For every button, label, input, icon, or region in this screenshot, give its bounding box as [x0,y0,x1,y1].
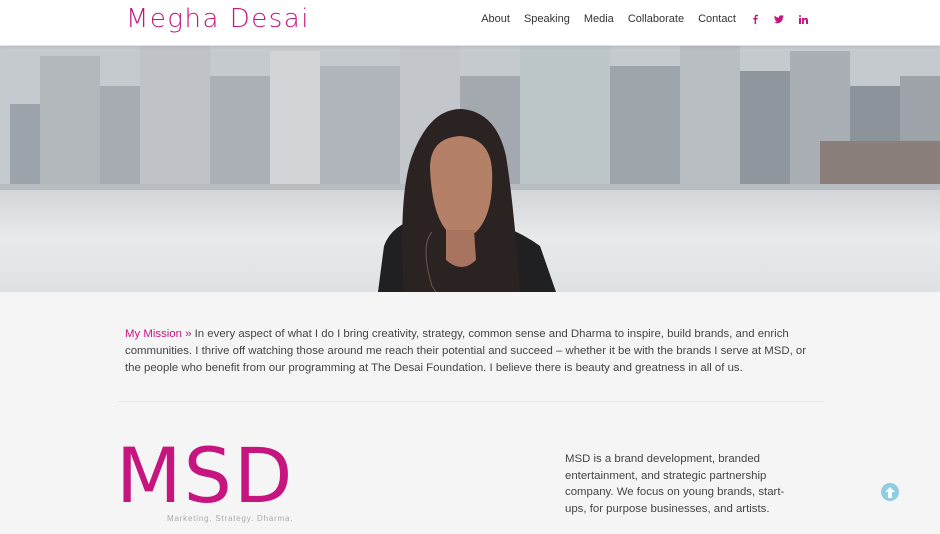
main-nav: About Speaking Media Collaborate Contact [467,13,808,25]
mission-text: In every aspect of what I do I bring cre… [125,328,807,374]
nav-contact[interactable]: Contact [698,13,736,25]
hero-photo [0,46,940,292]
msd-logo-text: MSD [116,431,295,520]
msd-description: MSD is a brand development, branded ente… [565,453,785,515]
nav-about[interactable]: About [481,13,510,25]
section-divider [118,401,824,402]
msd-tagline: Marketing. Strategy. Dharma. [167,514,294,523]
nav-collaborate[interactable]: Collaborate [628,13,684,25]
mission-statement: My Mission » In every aspect of what I d… [125,326,815,377]
nav-speaking[interactable]: Speaking [524,13,570,25]
site-header: Megha Desai About Speaking Media Collabo… [0,0,940,46]
mission-link[interactable]: My Mission » [125,328,191,340]
arrow-up-icon [885,486,895,498]
nav-media[interactable]: Media [584,13,614,25]
msd-logo[interactable]: MSD Marketing. Strategy. Dharma. [116,431,295,524]
twitter-icon[interactable] [774,13,784,25]
linkedin-icon[interactable] [798,13,808,25]
hero-skyline-illustration [0,46,940,292]
site-title[interactable]: Megha Desai [126,4,310,34]
facebook-icon[interactable] [750,13,760,25]
back-to-top-button[interactable] [881,483,899,501]
